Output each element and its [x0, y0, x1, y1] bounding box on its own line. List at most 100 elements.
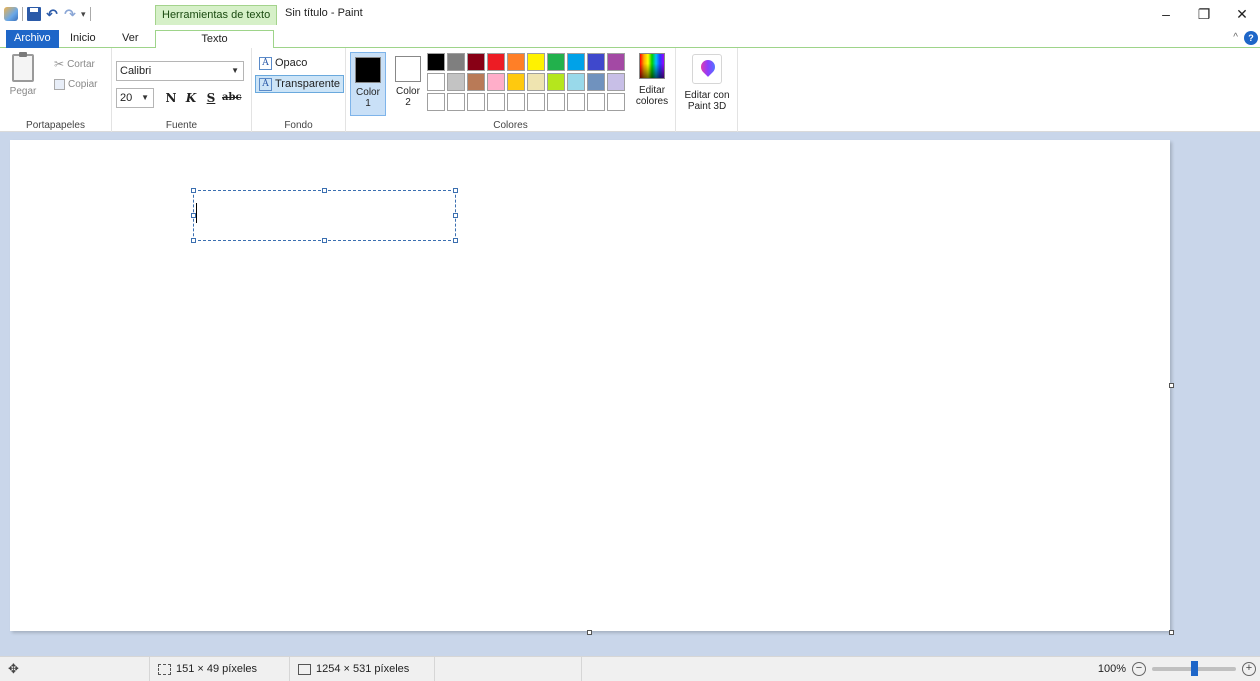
- palette-swatch[interactable]: [587, 53, 605, 71]
- clipboard-group-label: Portapapeles: [26, 120, 85, 131]
- palette-swatch[interactable]: [567, 73, 585, 91]
- resize-handle[interactable]: [453, 238, 458, 243]
- paste-label: Pegar: [9, 86, 37, 97]
- context-tab-text-tools: Herramientas de texto: [155, 5, 278, 25]
- palette-swatch[interactable]: [487, 53, 505, 71]
- resize-handle[interactable]: [191, 188, 196, 193]
- restore-button[interactable]: ❐: [1190, 3, 1218, 25]
- paste-button[interactable]: Pegar: [6, 52, 40, 104]
- palette-swatch[interactable]: [447, 53, 465, 71]
- paint3d-label-1: Editar con: [684, 90, 730, 101]
- selection-size-value: 151 × 49 píxeles: [176, 663, 258, 675]
- resize-handle[interactable]: [191, 238, 196, 243]
- save-icon[interactable]: [27, 7, 41, 21]
- strikethrough-button[interactable]: abc: [222, 89, 242, 107]
- close-button[interactable]: ✕: [1228, 3, 1256, 25]
- font-group-label: Fuente: [165, 120, 198, 131]
- palette-swatch[interactable]: [587, 73, 605, 91]
- palette-swatch[interactable]: [547, 73, 565, 91]
- tab-text[interactable]: Texto: [155, 30, 274, 49]
- palette-swatch[interactable]: [447, 93, 465, 111]
- color2-number: 2: [405, 97, 411, 108]
- paint3d-group: Editar con Paint 3D: [676, 48, 738, 132]
- transparent-label: Transparente: [275, 78, 341, 90]
- redo-icon[interactable]: ↷: [63, 7, 77, 21]
- font-family-value: Calibri: [120, 65, 152, 77]
- palette-swatch[interactable]: [467, 53, 485, 71]
- edit-with-paint3d-button[interactable]: Editar con Paint 3D: [680, 54, 734, 112]
- font-size-select[interactable]: 20 ▼: [116, 88, 154, 108]
- tab-home[interactable]: Inicio: [62, 30, 104, 48]
- collapse-ribbon-icon[interactable]: ^: [1233, 32, 1238, 43]
- canvas-resize-handle-bottom[interactable]: [587, 630, 592, 635]
- tab-file[interactable]: Archivo: [6, 30, 59, 48]
- edit-colors-icon: [639, 53, 665, 79]
- edit-colors-button[interactable]: Editar colores: [632, 53, 672, 107]
- resize-handle[interactable]: [453, 188, 458, 193]
- cut-button[interactable]: ✂ Cortar: [54, 56, 95, 72]
- zoom-controls: 100% − +: [1098, 657, 1260, 681]
- quick-access-toolbar: ↶ ↷ ▾: [4, 6, 91, 22]
- canvas-size-value: 1254 × 531 píxeles: [316, 663, 410, 675]
- resize-handle[interactable]: [322, 238, 327, 243]
- palette-swatch[interactable]: [507, 53, 525, 71]
- transparent-button[interactable]: A Transparente: [255, 75, 345, 93]
- palette-swatch[interactable]: [487, 93, 505, 111]
- palette-swatch[interactable]: [527, 73, 545, 91]
- palette-swatch[interactable]: [567, 93, 585, 111]
- zoom-slider-thumb[interactable]: [1190, 661, 1198, 676]
- qat-separator: [89, 7, 91, 21]
- color1-number: 1: [365, 98, 371, 109]
- status-bar: ✥ 151 × 49 píxeles 1254 × 531 píxeles 10…: [0, 656, 1260, 681]
- palette-swatch[interactable]: [547, 93, 565, 111]
- text-box[interactable]: [191, 188, 458, 243]
- palette-swatch[interactable]: [427, 73, 445, 91]
- help-icon[interactable]: ?: [1244, 31, 1258, 45]
- palette-swatch[interactable]: [587, 93, 605, 111]
- tab-view[interactable]: Ver: [114, 30, 147, 48]
- zoom-slider[interactable]: [1152, 661, 1236, 676]
- palette-swatch[interactable]: [507, 73, 525, 91]
- font-size-value: 20: [120, 92, 133, 104]
- palette-swatch[interactable]: [427, 53, 445, 71]
- drawing-canvas[interactable]: [10, 140, 1170, 631]
- resize-handle[interactable]: [191, 213, 196, 218]
- color2-button[interactable]: Color 2: [390, 52, 426, 116]
- palette-swatch[interactable]: [467, 93, 485, 111]
- color2-swatch: [395, 56, 421, 82]
- palette-swatch[interactable]: [507, 93, 525, 111]
- undo-icon[interactable]: ↶: [45, 7, 59, 21]
- minimize-button[interactable]: –: [1152, 3, 1180, 25]
- colors-group: Color 1 Color 2 Editar colores Colores: [346, 48, 676, 132]
- palette-swatch[interactable]: [607, 53, 625, 71]
- zoom-level: 100%: [1097, 663, 1126, 675]
- palette-swatch[interactable]: [427, 93, 445, 111]
- font-family-select[interactable]: Calibri ▼: [116, 61, 244, 81]
- palette-swatch[interactable]: [607, 93, 625, 111]
- underline-button[interactable]: S: [202, 89, 220, 107]
- palette-swatch[interactable]: [487, 73, 505, 91]
- paint3d-icon: [692, 54, 722, 84]
- paint-logo-icon[interactable]: [4, 7, 18, 21]
- bold-button[interactable]: N: [162, 89, 180, 107]
- palette-swatch[interactable]: [527, 53, 545, 71]
- color1-button[interactable]: Color 1: [350, 52, 386, 116]
- ribbon: Pegar ✂ Cortar Copiar Portapapeles Calib…: [0, 48, 1260, 132]
- customize-qat-icon[interactable]: ▾: [81, 9, 86, 20]
- palette-swatch[interactable]: [607, 73, 625, 91]
- resize-handle[interactable]: [322, 188, 327, 193]
- background-group-label: Fondo: [284, 120, 313, 131]
- palette-swatch[interactable]: [567, 53, 585, 71]
- opaque-button[interactable]: A Opaco: [255, 54, 311, 72]
- canvas-resize-handle-corner[interactable]: [1169, 630, 1174, 635]
- palette-swatch[interactable]: [467, 73, 485, 91]
- italic-button[interactable]: K: [182, 89, 200, 107]
- copy-button[interactable]: Copiar: [54, 76, 97, 92]
- zoom-out-button[interactable]: −: [1132, 662, 1146, 676]
- canvas-resize-handle-right[interactable]: [1169, 383, 1174, 388]
- palette-swatch[interactable]: [447, 73, 465, 91]
- resize-handle[interactable]: [453, 213, 458, 218]
- zoom-in-button[interactable]: +: [1242, 662, 1256, 676]
- palette-swatch[interactable]: [547, 53, 565, 71]
- palette-swatch[interactable]: [527, 93, 545, 111]
